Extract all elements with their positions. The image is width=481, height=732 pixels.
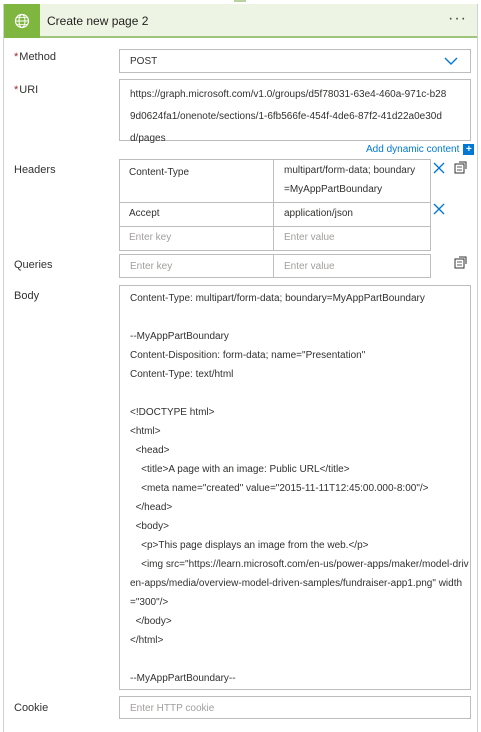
cookie-label: Cookie [14,702,49,714]
queries-label: Queries [14,259,53,271]
method-value: POST [130,56,158,67]
header-value-input[interactable]: Enter value [274,232,431,243]
uri-value: https://graph.microsoft.com/v1.0/groups/… [130,89,447,144]
add-dynamic-content-link[interactable]: Add dynamic content + [366,144,475,155]
method-label: *Method [14,51,56,63]
method-select[interactable]: POST [119,49,471,73]
body-label: Body [14,290,40,302]
body-input[interactable]: Content-Type: multipart/form-data; bound… [119,285,471,690]
required-marker: * [14,84,19,96]
header-value-cell[interactable]: application/json [274,208,431,219]
action-header[interactable]: Create new page 2 ··· [4,4,477,38]
chevron-down-icon[interactable] [444,55,458,70]
cookie-input[interactable]: Enter HTTP cookie [119,696,471,719]
query-value-input[interactable]: Enter value [273,254,431,278]
close-icon[interactable] [433,203,445,218]
connector-notch [234,0,246,2]
header-value-cell[interactable]: multipart/form-data; boundary =MyAppPart… [274,161,431,199]
header-key-cell[interactable]: Accept [119,208,273,219]
more-options-button[interactable]: ··· [448,10,467,28]
plus-icon: + [463,144,475,155]
query-key-placeholder: Enter key [130,261,173,272]
uri-label-text: URI [19,84,39,96]
headers-label: Headers [14,164,56,176]
header-key-cell[interactable]: Content-Type [119,167,273,178]
action-title[interactable]: Create new page 2 [47,14,148,28]
action-card: Create new page 2 ··· *Method POST *URI … [3,4,478,732]
uri-label: *URI [14,84,38,96]
query-key-input[interactable]: Enter key [119,254,274,278]
required-marker: * [14,51,19,63]
query-value-placeholder: Enter value [284,261,335,272]
switch-to-text-mode-icon[interactable] [454,256,467,272]
method-label-text: Method [19,51,56,63]
switch-to-text-mode-icon[interactable] [454,161,467,177]
header-key-input[interactable]: Enter key [119,232,273,243]
globe-icon [4,4,40,38]
body-value: Content-Type: multipart/form-data; bound… [130,293,469,684]
headers-row-divider [119,202,431,203]
cookie-placeholder: Enter HTTP cookie [130,703,215,714]
add-dynamic-content-text: Add dynamic content [366,144,460,155]
close-icon[interactable] [433,162,445,177]
headers-row-divider [119,226,431,227]
uri-input[interactable]: https://graph.microsoft.com/v1.0/groups/… [119,79,471,144]
